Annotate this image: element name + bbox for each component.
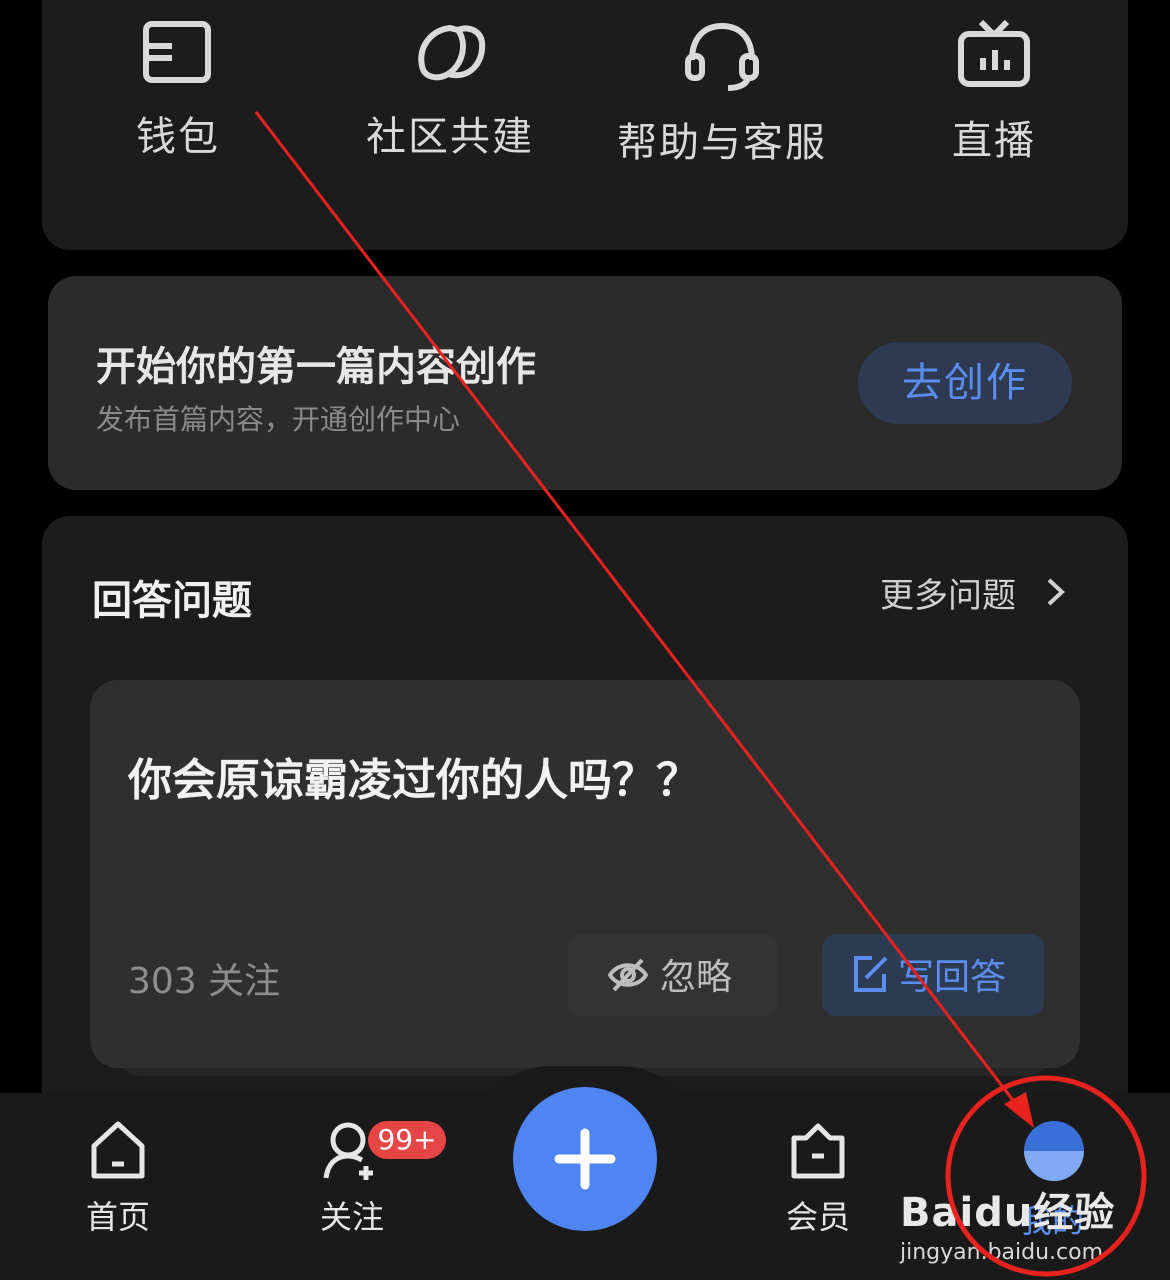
annotation-circle xyxy=(945,1075,1147,1277)
annotation-overlay xyxy=(254,111,1147,1277)
annotation-arrowhead xyxy=(1004,1092,1034,1128)
annotation-arrow-line xyxy=(254,111,1024,1113)
